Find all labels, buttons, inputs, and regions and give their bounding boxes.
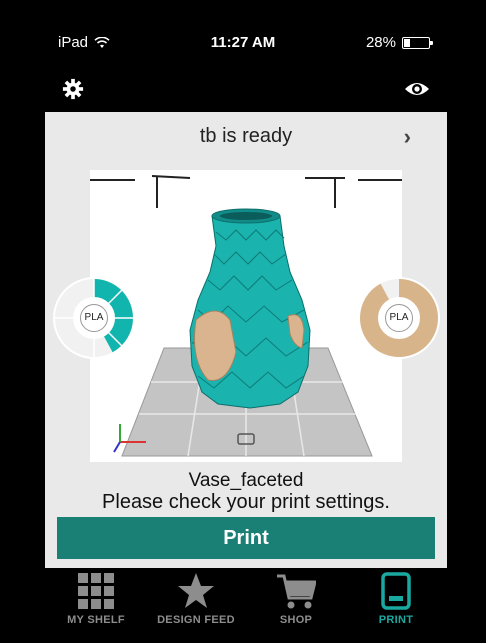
- tab-print[interactable]: PRINT: [346, 568, 446, 638]
- tab-design-feed[interactable]: DESIGN FEED: [146, 568, 246, 638]
- eye-icon[interactable]: [404, 80, 430, 98]
- gear-icon[interactable]: [62, 78, 84, 100]
- model-preview[interactable]: [90, 170, 402, 462]
- printer-icon: [381, 572, 411, 610]
- tab-my-shelf[interactable]: MY SHELF: [46, 568, 146, 638]
- model-preview-canvas: [90, 175, 402, 457]
- printer-status-header[interactable]: tb is ready ›: [45, 112, 447, 160]
- print-settings-message: Please check your print settings.: [102, 491, 390, 513]
- battery-level: [404, 38, 410, 47]
- status-bar: iPad 11:27 AM 28%: [0, 0, 486, 80]
- grid-icon: [78, 573, 114, 609]
- right-filament-indicator[interactable]: PLA: [358, 277, 440, 359]
- star-icon: [178, 573, 214, 608]
- tab-label: PRINT: [378, 614, 414, 626]
- printer-frame: [90, 175, 402, 208]
- tab-shop[interactable]: SHOP: [246, 568, 346, 638]
- tab-bar: MY SHELF DESIGN FEED SHOP PRINT: [0, 568, 486, 643]
- printer-status-title: tb is ready: [199, 124, 293, 147]
- tab-label: SHOP: [279, 614, 313, 626]
- left-filament-indicator[interactable]: PLA: [53, 277, 135, 359]
- battery-icon: [402, 36, 433, 49]
- tab-label: MY SHELF: [67, 614, 125, 626]
- tab-label: DESIGN FEED: [157, 614, 235, 626]
- chevron-right-icon: ›: [403, 124, 411, 149]
- battery-area: 28%: [365, 34, 433, 51]
- cart-icon: [277, 574, 316, 609]
- print-button[interactable]: Print: [57, 517, 435, 559]
- vase-model: [189, 208, 311, 409]
- model-name: Vase_faceted: [188, 470, 304, 491]
- right-filament-label: PLA: [385, 304, 413, 332]
- battery-percent: 28%: [365, 34, 396, 51]
- left-filament-label: PLA: [80, 304, 108, 332]
- printer-status-card: tb is ready › PLA PLA Vase_faceted Pleas…: [45, 112, 447, 568]
